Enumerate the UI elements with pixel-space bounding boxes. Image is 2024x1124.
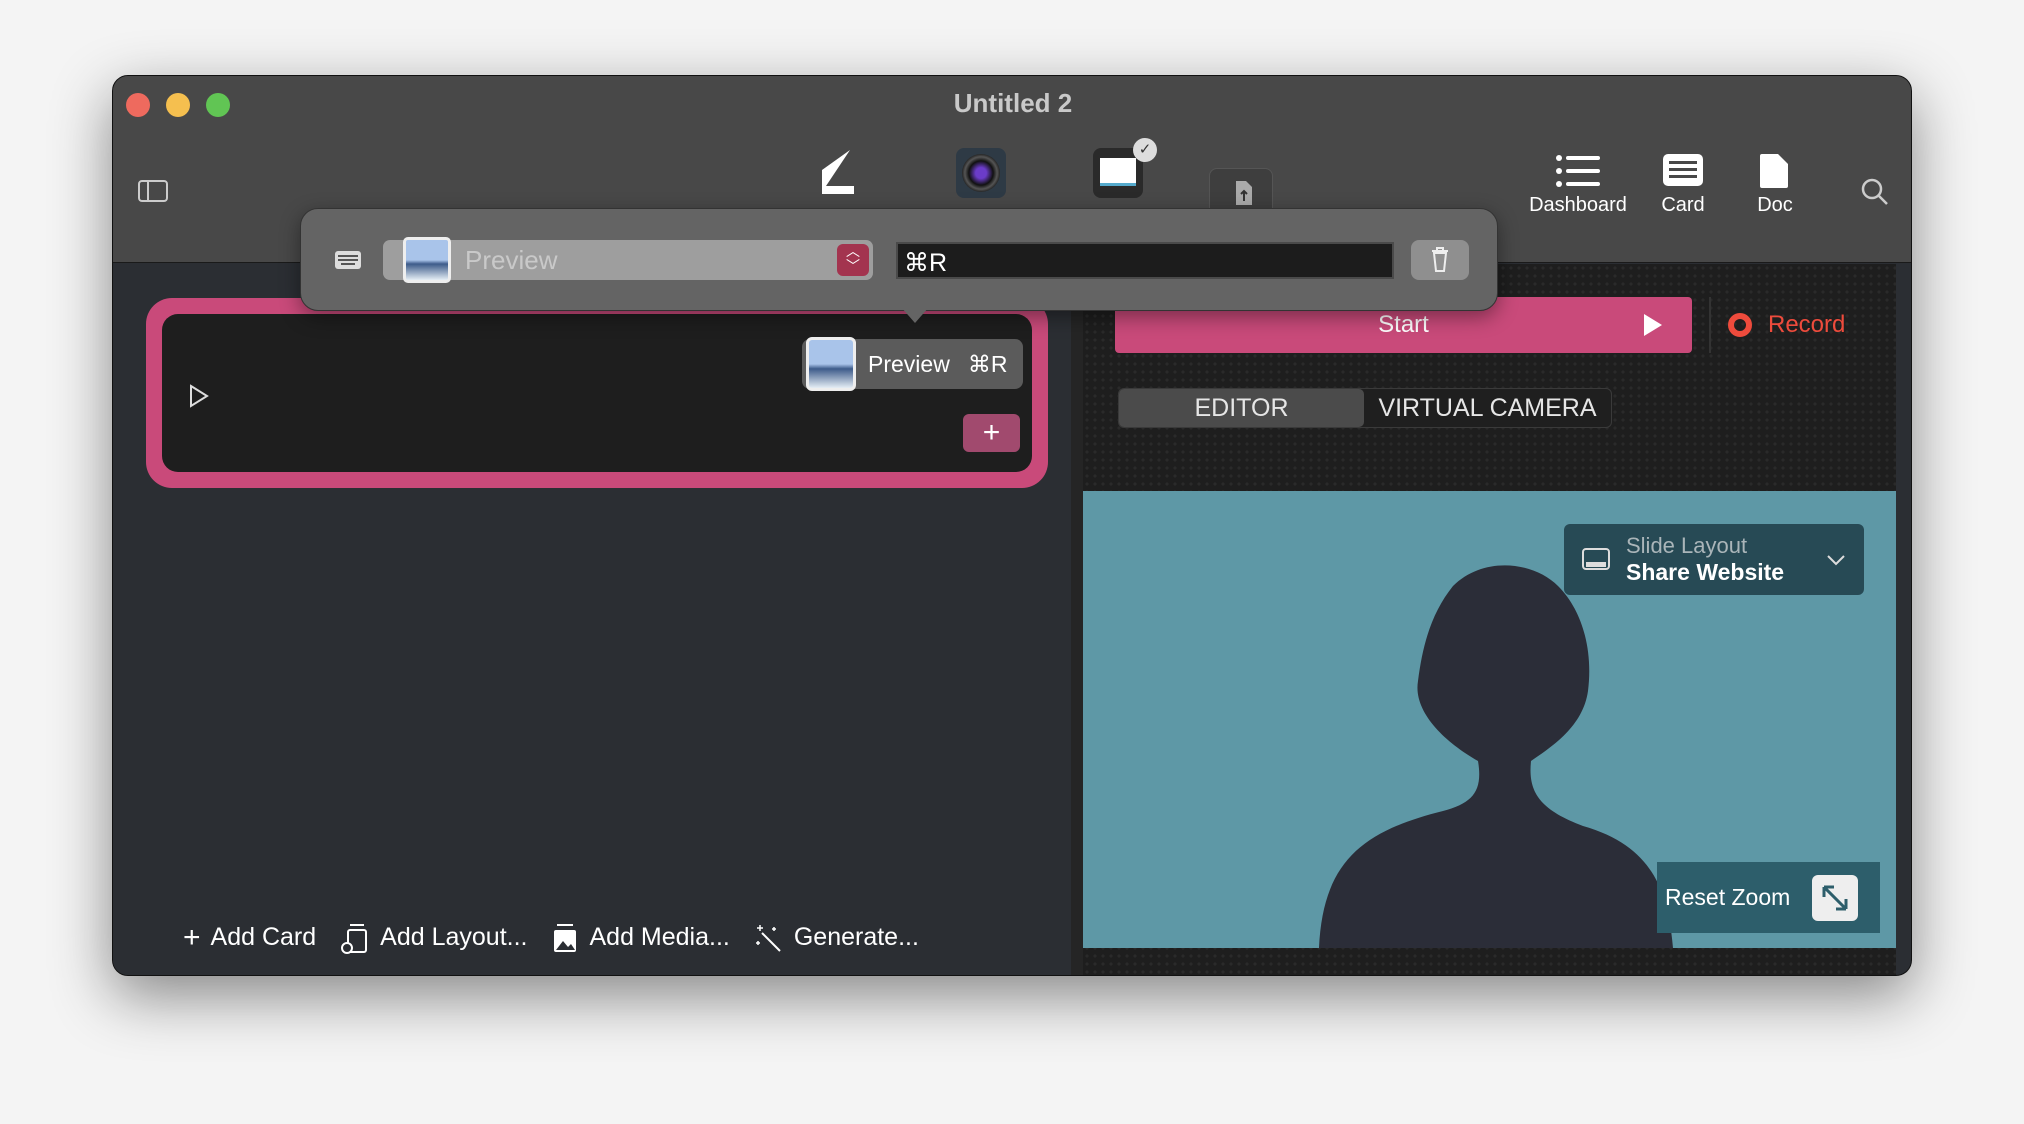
- camera-preview: Slide Layout Share Website Reset Zoom: [1083, 491, 1896, 948]
- shortcut-field[interactable]: ⌘R: [896, 242, 1394, 279]
- stepper-chevrons-icon: ︿ ﹀: [837, 244, 869, 276]
- shortcut-chip[interactable]: Preview ⌘R: [802, 337, 1023, 391]
- card-body: Preview ⌘R +: [162, 314, 1032, 472]
- play-icon: [1644, 314, 1662, 336]
- add-action-button[interactable]: +: [963, 414, 1020, 452]
- search-icon[interactable]: [1861, 178, 1889, 206]
- tab-virtual-camera[interactable]: VIRTUAL CAMERA: [1364, 389, 1611, 427]
- shortcut-popover: Preview ︿ ﹀ ⌘R: [300, 208, 1498, 323]
- media-icon: [554, 923, 577, 952]
- camera-app-icon[interactable]: [956, 148, 1006, 198]
- plus-icon: +: [183, 920, 201, 954]
- separator: [1709, 297, 1711, 353]
- popover-arrow: [901, 307, 929, 323]
- bottom-bar: + Add Card Add Layout... Add Media... Gen…: [113, 898, 1071, 975]
- play-outline-icon[interactable]: [189, 384, 209, 408]
- tab-editor[interactable]: EDITOR: [1119, 389, 1364, 427]
- preview-app-icon: [806, 337, 856, 391]
- slide-layout-dropdown[interactable]: Slide Layout Share Website: [1564, 524, 1864, 595]
- magic-wand-icon: [755, 924, 781, 952]
- keyboard-icon: [335, 251, 361, 269]
- checkmark-icon: ✓: [1133, 138, 1157, 162]
- window-title: Untitled 2: [953, 88, 1073, 118]
- toolbar-card[interactable]: Card: [1648, 154, 1718, 217]
- doc-icon: [1760, 154, 1788, 188]
- card-icon: [1663, 154, 1703, 186]
- writing-tool-icon[interactable]: [816, 148, 856, 196]
- reset-zoom-button[interactable]: Reset Zoom: [1657, 862, 1880, 933]
- app-select[interactable]: Preview ︿ ﹀: [383, 237, 873, 283]
- chevron-down-icon: [1827, 554, 1845, 565]
- panel-divider[interactable]: [1071, 264, 1083, 975]
- layout-icon: [1582, 547, 1610, 570]
- list-icon: [1556, 155, 1600, 187]
- generate-button[interactable]: Generate...: [754, 923, 919, 953]
- delete-button[interactable]: [1411, 240, 1469, 280]
- add-card-button[interactable]: + Add Card: [183, 921, 316, 955]
- card[interactable]: Preview ⌘R +: [146, 298, 1048, 488]
- add-layout-button[interactable]: Add Layout...: [340, 922, 527, 954]
- sidebar-toggle-icon[interactable]: [138, 180, 168, 202]
- expand-icon: [1812, 874, 1859, 921]
- mode-tabs: EDITOR VIRTUAL CAMERA: [1118, 388, 1612, 428]
- app-window: Untitled 2 ✓ Dashboard Card Doc Start Re…: [112, 75, 1912, 976]
- record-button[interactable]: Record: [1728, 297, 1845, 353]
- add-media-button[interactable]: Add Media...: [551, 922, 730, 954]
- preview-app-icon: [403, 237, 451, 283]
- record-icon: [1728, 313, 1752, 337]
- trash-icon: [1432, 247, 1448, 272]
- layout-add-icon: [341, 923, 368, 954]
- toolbar-doc[interactable]: Doc: [1745, 154, 1805, 217]
- notes-app-icon[interactable]: ✓: [1093, 138, 1157, 198]
- toolbar-dashboard[interactable]: Dashboard: [1523, 154, 1633, 217]
